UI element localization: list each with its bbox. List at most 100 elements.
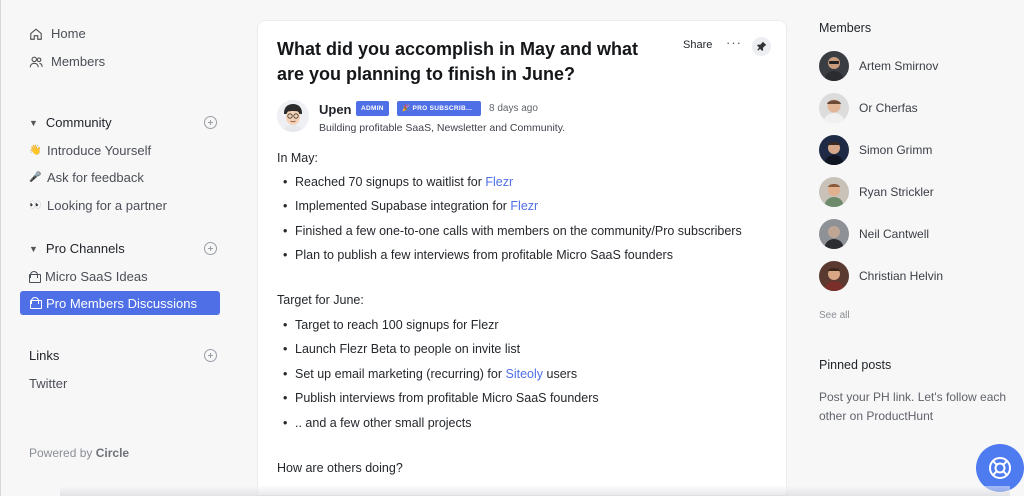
nav-members-label: Members (51, 54, 106, 69)
list-item: Reached 70 signups to waitlist for Flezr (283, 175, 513, 189)
list-item-text: .. and a few other small projects (295, 416, 472, 430)
wave-emoji-icon: 👋 (29, 145, 42, 156)
member-avatar[interactable] (819, 135, 849, 165)
pin-icon[interactable] (752, 37, 771, 56)
list-item: .. and a few other small projects (283, 416, 472, 430)
pro-channels-section-header[interactable]: ▼ Pro Channels (29, 241, 217, 256)
nav-home-label: Home (51, 26, 86, 41)
caret-down-icon: ▼ (29, 243, 38, 254)
lock-icon (30, 297, 42, 309)
nav-members[interactable]: Members (29, 54, 105, 69)
caret-down-icon: ▼ (29, 117, 38, 128)
pro-subscriber-badge: 🎉 PRO SUBSCRIB... (397, 101, 481, 116)
author-name[interactable]: Upen (319, 102, 352, 117)
community-section-header[interactable]: ▼ Community (29, 115, 217, 130)
pinned-posts-heading: Pinned posts (819, 358, 892, 372)
list-item: Target to reach 100 signups for Flezr (283, 318, 499, 332)
list-item: Implemented Supabase integration for Fle… (283, 199, 538, 213)
author-avatar[interactable] (277, 100, 309, 132)
member-item[interactable]: Or Cherfas (819, 93, 918, 123)
list-item-text: Finished a few one-to-one calls with mem… (295, 224, 742, 238)
list-item-text: Set up email marketing (recurring) for (295, 367, 506, 381)
member-name: Ryan Strickler (859, 185, 934, 199)
link-label: Twitter (29, 376, 68, 391)
members-heading: Members (819, 21, 872, 35)
share-button[interactable]: Share (683, 39, 712, 51)
channel-looking-for-partner[interactable]: 👀 Looking for a partner (29, 198, 167, 213)
members-icon (29, 56, 43, 67)
see-all-link[interactable]: See all (819, 310, 850, 321)
member-item[interactable]: Christian Helvin (819, 261, 943, 291)
add-link-icon[interactable] (204, 349, 217, 362)
channel-introduce-yourself[interactable]: 👋 Introduce Yourself (29, 143, 151, 158)
member-name: Artem Smirnov (859, 59, 939, 73)
pro-channels-title: Pro Channels (45, 241, 125, 256)
member-avatar[interactable] (819, 93, 849, 123)
member-name: Simon Grimm (859, 143, 933, 157)
member-item[interactable]: Ryan Strickler (819, 177, 934, 207)
list-item: Publish interviews from profitable Micro… (283, 391, 599, 405)
link-twitter[interactable]: Twitter (29, 376, 67, 391)
list-item-text: Publish interviews from profitable Micro… (295, 391, 599, 405)
lifebuoy-icon (989, 457, 1011, 479)
nav-home[interactable]: Home (29, 26, 86, 41)
add-channel-icon[interactable] (204, 242, 217, 255)
left-sidebar: Home Members ▼ Community 👋 Introduce You… (0, 0, 240, 496)
member-name: Neil Cantwell (859, 227, 930, 241)
list-item: Set up email marketing (recurring) for S… (283, 367, 578, 381)
channel-label: Micro SaaS Ideas (45, 269, 148, 284)
microphone-emoji-icon: 🎤 (29, 172, 42, 183)
channel-label: Introduce Yourself (47, 143, 152, 158)
channel-pro-members-discussions[interactable]: Pro Members Discussions (20, 291, 220, 315)
add-community-icon[interactable] (204, 116, 217, 129)
member-item[interactable]: Neil Cantwell (819, 219, 929, 249)
help-button[interactable] (976, 444, 1024, 492)
links-title: Links (29, 348, 60, 363)
admin-badge: ADMIN (356, 101, 389, 116)
flezr-link[interactable]: Flezr (485, 175, 513, 189)
siteoly-link[interactable]: Siteoly (506, 367, 544, 381)
bottom-shadow (60, 486, 1010, 496)
member-avatar[interactable] (819, 177, 849, 207)
home-icon (30, 27, 42, 40)
member-item[interactable]: Simon Grimm (819, 135, 932, 165)
post-card: What did you accomplish in May and what … (257, 20, 787, 496)
list-item-text-after: users (543, 367, 578, 381)
member-item[interactable]: Artem Smirnov (819, 51, 938, 81)
flezr-link[interactable]: Flezr (510, 199, 538, 213)
list-item-text: Target to reach 100 signups for Flezr (295, 318, 499, 332)
channel-label: Pro Members Discussions (46, 295, 197, 311)
may-heading: In May: (277, 151, 318, 165)
channel-micro-saas-ideas[interactable]: Micro SaaS Ideas (29, 269, 148, 284)
channel-ask-for-feedback[interactable]: 🎤 Ask for feedback (29, 170, 144, 185)
list-item: Plan to publish a few interviews from pr… (283, 248, 673, 262)
powered-prefix: Powered by (29, 446, 93, 460)
channel-label: Ask for feedback (47, 170, 144, 185)
powered-by-circle[interactable]: Powered by Circle (29, 446, 129, 460)
june-heading: Target for June: (277, 293, 364, 307)
list-item-text: Reached 70 signups to waitlist for (295, 175, 486, 189)
channel-label: Looking for a partner (47, 198, 167, 213)
member-name: Christian Helvin (859, 269, 944, 283)
member-avatar[interactable] (819, 219, 849, 249)
list-item-text: Launch Flezr Beta to people on invite li… (295, 342, 521, 356)
closing-question: How are others doing? (277, 461, 403, 475)
eyes-emoji-icon: 👀 (29, 200, 42, 211)
author-headline: Building profitable SaaS, Newsletter and… (319, 122, 566, 134)
post-title: What did you accomplish in May and what … (277, 39, 639, 84)
more-options-icon[interactable]: ··· (726, 35, 742, 50)
community-title: Community (45, 115, 112, 130)
list-item-text: Implemented Supabase integration for (295, 199, 511, 213)
lock-icon (29, 270, 41, 283)
member-avatar[interactable] (819, 51, 849, 81)
pinned-post-link[interactable]: Post your PH link. Let's follow each oth… (819, 388, 1019, 426)
post-timestamp: 8 days ago (489, 103, 538, 114)
links-section-header[interactable]: Links (29, 348, 217, 363)
member-avatar[interactable] (819, 261, 849, 291)
powered-brand: Circle (95, 446, 130, 460)
list-item-text: Plan to publish a few interviews from pr… (295, 248, 673, 262)
list-item: Finished a few one-to-one calls with mem… (283, 224, 742, 238)
list-item: Launch Flezr Beta to people on invite li… (283, 342, 521, 356)
right-panel: Members Artem Smirnov Or Cherfas Simon G… (803, 0, 1024, 496)
member-name: Or Cherfas (859, 101, 918, 115)
